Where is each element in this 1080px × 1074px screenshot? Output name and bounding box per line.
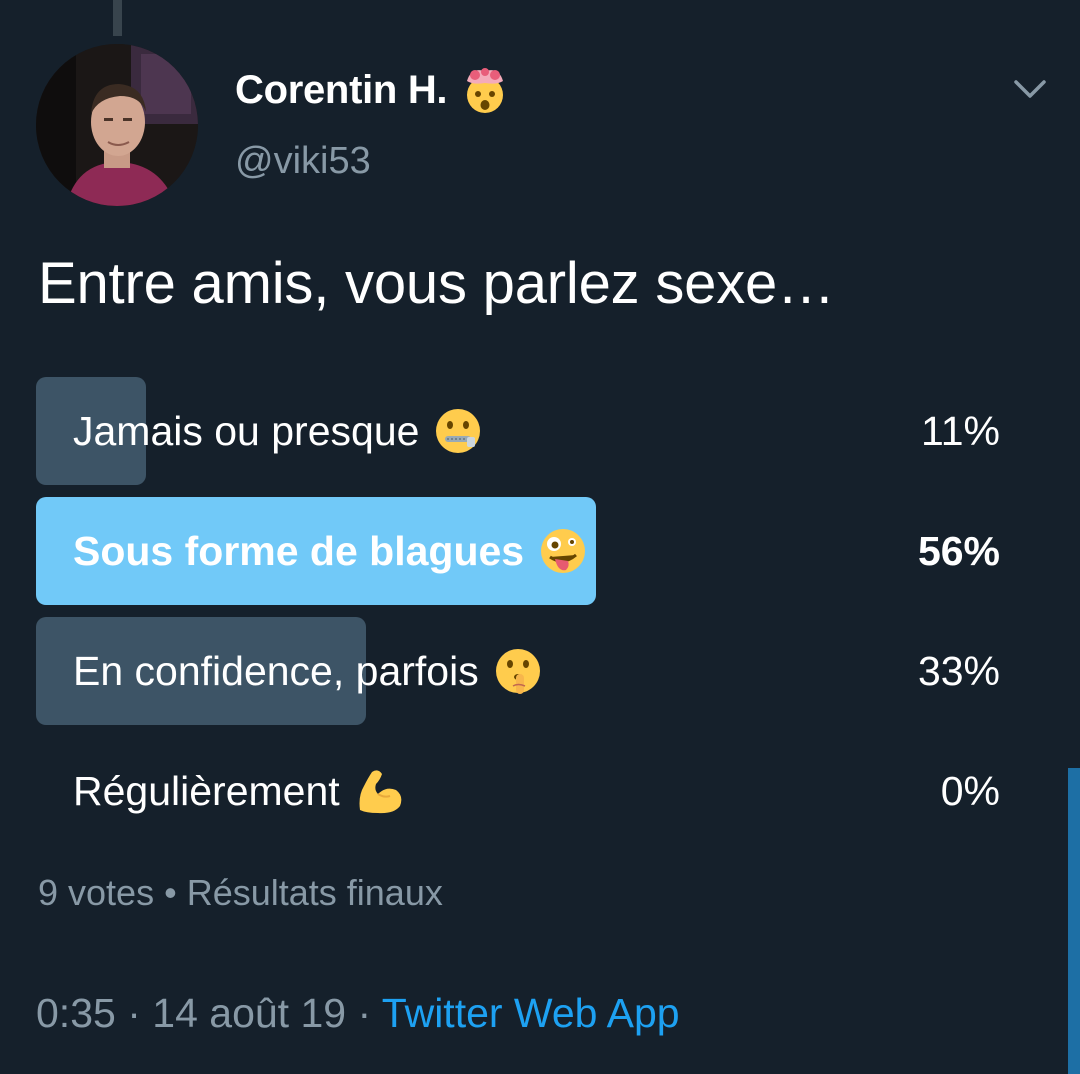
poll-option-percent: 11% [920,407,1000,454]
poll-option-label: Jamais ou presque [73,407,420,454]
poll-option-percent: 0% [940,767,1000,814]
poll-option-percent: 33% [917,647,1000,694]
zipper-mouth-face-emoji [436,409,481,453]
poll-meta-separator: • [164,872,177,913]
tweet-timestamp-row: 0:35 · 14 août 19 · Twitter Web App [36,990,680,1037]
poll-option-label: En confidence, parfois [73,647,479,694]
avatar[interactable] [36,44,198,206]
exploding-head-emoji [467,68,504,113]
tweet-time[interactable]: 0:35 [36,990,116,1036]
poll-summary: 9 votes • Résultats finaux [38,872,443,914]
tweet-source-link[interactable]: Twitter Web App [382,990,680,1036]
poll: Jamais ou presque 11% Sous forme de blag… [36,377,1006,857]
chevron-down-icon[interactable] [1010,72,1050,106]
meta-separator: · [127,990,141,1036]
poll-vote-count: 9 votes [38,872,155,913]
tweet-date[interactable]: 14 août 19 [152,990,346,1036]
poll-option-winner: Sous forme de blagues 56% [36,497,1006,605]
poll-option: Régulièrement 0% [36,737,1006,845]
tweet-text: Entre amis, vous parlez sexe… [38,251,835,316]
poll-option: En confidence, parfois 33% [36,617,1006,725]
poll-option-label: Sous forme de blagues [73,527,525,574]
avatar-photo [36,44,198,206]
poll-option-label: Régulièrement [73,767,340,814]
scrollbar-thumb[interactable] [1068,768,1080,1074]
flexed-biceps-emoji [359,770,401,814]
poll-option-percent: 56% [917,527,1000,574]
thread-connector-line [113,0,122,36]
author-name-row[interactable]: Corentin H. [235,62,509,118]
poll-option: Jamais ou presque 11% [36,377,1006,485]
author-display-name[interactable]: Corentin H. [235,68,448,113]
poll-status: Résultats finaux [186,872,443,913]
shushing-face-emoji [495,649,540,694]
meta-separator: · [357,990,372,1036]
author-handle[interactable]: @viki53 [235,140,371,183]
zany-face-emoji [541,529,586,573]
